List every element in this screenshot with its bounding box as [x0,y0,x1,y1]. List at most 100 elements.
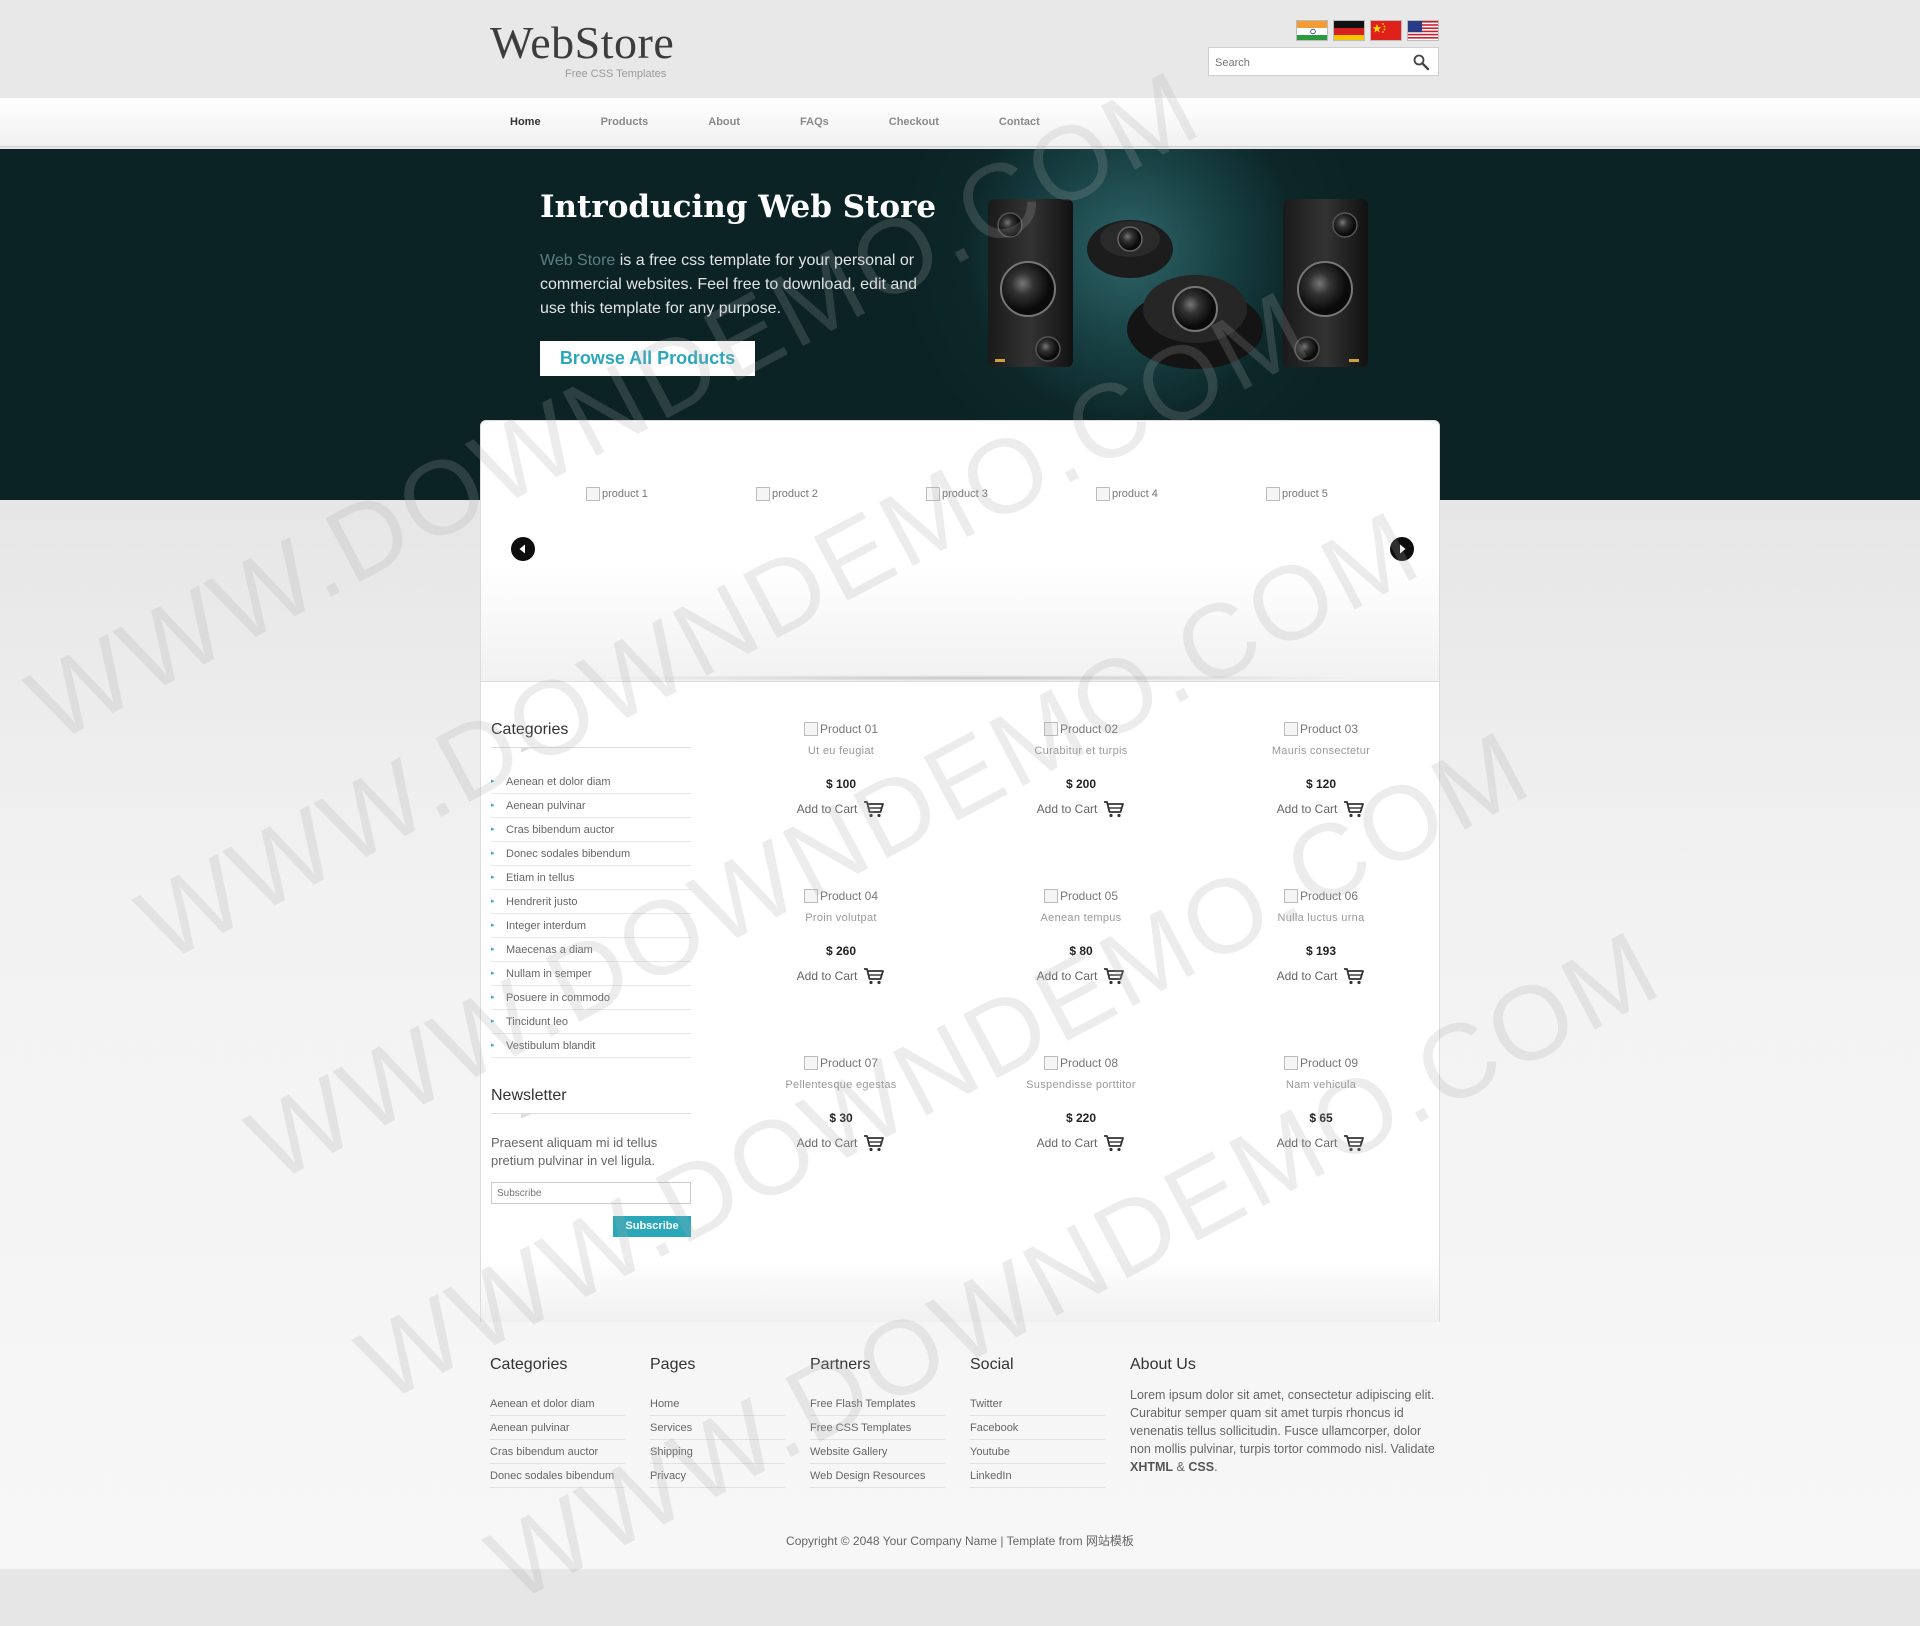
nav-item-checkout[interactable]: Checkout [889,116,939,128]
newsletter-title: Newsletter [491,1087,567,1104]
usa-flag-icon[interactable] [1407,20,1439,41]
add-to-cart-button[interactable]: Add to Cart [981,800,1181,818]
product-slider: product 1 product 2 product 3 product 4 … [480,420,1440,682]
arrow-left-icon[interactable] [511,537,535,561]
browse-all-products-button[interactable]: Browse All Products [540,341,755,376]
slider-item[interactable]: product 1 [586,487,648,501]
footer-link[interactable]: LinkedIn [970,1464,1105,1488]
product-name[interactable]: Proin volutpat [741,912,941,924]
subscribe-email-input[interactable] [491,1182,691,1204]
add-to-cart-button[interactable]: Add to Cart [981,967,1181,985]
sidebar-category-item[interactable]: ▸ Nullam in semper [491,962,691,986]
india-flag-icon[interactable] [1296,20,1328,41]
sidebar-category-item[interactable]: ▸ Hendrerit justo [491,890,691,914]
nav-item-about[interactable]: About [708,116,740,128]
product-name[interactable]: Mauris consectetur [1221,745,1421,757]
add-to-cart-button[interactable]: Add to Cart [1221,1134,1421,1152]
footer-link[interactable]: Web Design Resources [810,1464,945,1488]
footer-link[interactable]: Aenean et dolor diam [490,1392,625,1416]
nav-item-products[interactable]: Products [601,116,649,128]
sidebar-category-item[interactable]: ▸ Integer interdum [491,914,691,938]
sidebar-category-item[interactable]: ▸ Aenean et dolor diam [491,770,691,794]
product-image[interactable]: Product 07 [741,1055,941,1071]
broken-image-icon [1043,722,1058,736]
product-name[interactable]: Nam vehicula [1221,1079,1421,1091]
sidebar-category-item[interactable]: ▸ Vestibulum blandit [491,1034,691,1058]
css-link[interactable]: CSS [1188,1460,1214,1474]
footer-link[interactable]: Website Gallery [810,1440,945,1464]
product-name[interactable]: Ut eu feugiat [741,745,941,757]
search-icon[interactable] [1412,53,1430,71]
slider-item[interactable]: product 5 [1266,487,1328,501]
nav-item-contact[interactable]: Contact [999,116,1040,128]
footer-heading: About Us [1130,1356,1196,1373]
product-name[interactable]: Aenean tempus [981,912,1181,924]
footer-link[interactable]: Free CSS Templates [810,1416,945,1440]
footer-link[interactable]: Services [650,1416,785,1440]
product-image[interactable]: Product 08 [981,1055,1181,1071]
footer-link[interactable]: Home [650,1392,785,1416]
product-name[interactable]: Nulla luctus urna [1221,912,1421,924]
product-image[interactable]: Product 04 [741,888,941,904]
broken-image-icon [756,487,770,501]
copyright: Copyright © 2048 Your Company Name | Tem… [786,1534,1134,1548]
product-image[interactable]: Product 06 [1221,888,1421,904]
sidebar-category-item[interactable]: ▸ Tincidunt leo [491,1010,691,1034]
add-to-cart-button[interactable]: Add to Cart [741,1134,941,1152]
nav-item-home[interactable]: Home [510,116,541,128]
footer-link[interactable]: Free Flash Templates [810,1392,945,1416]
slider-item[interactable]: product 3 [926,487,988,501]
product-card: Product 05 Aenean tempus $ 80 Add to Car… [981,888,1181,985]
china-flag-icon[interactable] [1370,20,1402,41]
cart-icon [1104,968,1125,985]
product-price: $ 30 [829,1111,853,1125]
subscribe-button[interactable]: Subscribe [613,1216,691,1237]
xhtml-link[interactable]: XHTML [1130,1460,1173,1474]
product-name[interactable]: Curabitur et turpis [981,745,1181,757]
footer-link[interactable]: Facebook [970,1416,1105,1440]
slider-item[interactable]: product 4 [1096,487,1158,501]
sidebar-category-item[interactable]: ▸ Donec sodales bibendum [491,842,691,866]
product-image[interactable]: Product 03 [1221,721,1421,737]
product-image[interactable]: Product 05 [981,888,1181,904]
sidebar-category-item[interactable]: ▸ Posuere in commodo [491,986,691,1010]
add-to-cart-button[interactable]: Add to Cart [1221,967,1421,985]
cart-icon [864,1135,885,1152]
add-to-cart-button[interactable]: Add to Cart [741,800,941,818]
product-name[interactable]: Suspendisse porttitor [981,1079,1181,1091]
bullet-icon: ▸ [491,898,495,905]
product-image[interactable]: Product 02 [981,721,1181,737]
bullet-icon: ▸ [491,1018,495,1025]
germany-flag-icon[interactable] [1333,20,1365,41]
logo[interactable]: WebStore Free CSS Templates [490,20,674,81]
product-image[interactable]: Product 01 [741,721,941,737]
footer-link[interactable]: Youtube [970,1440,1105,1464]
slider-item[interactable]: product 2 [756,487,818,501]
footer-link[interactable]: Twitter [970,1392,1105,1416]
product-image[interactable]: Product 09 [1221,1055,1421,1071]
cart-icon [1104,1135,1125,1152]
sidebar-category-item[interactable]: ▸ Cras bibendum auctor [491,818,691,842]
footer-heading: Categories [490,1356,568,1373]
product-name[interactable]: Pellentesque egestas [741,1079,941,1091]
search-input[interactable] [1213,52,1407,74]
footer-link[interactable]: Cras bibendum auctor [490,1440,625,1464]
footer-link[interactable]: Donec sodales bibendum [490,1464,625,1488]
footer-link[interactable]: Aenean pulvinar [490,1416,625,1440]
add-to-cart-button[interactable]: Add to Cart [1221,800,1421,818]
add-to-cart-button[interactable]: Add to Cart [981,1134,1181,1152]
add-to-cart-button[interactable]: Add to Cart [741,967,941,985]
footer-link[interactable]: Shipping [650,1440,785,1464]
banner-text-highlight[interactable]: Web Store [540,252,615,269]
product-price: $ 200 [1065,777,1097,791]
sidebar-category-item[interactable]: ▸ Etiam in tellus [491,866,691,890]
cart-icon [1344,801,1365,818]
product-card: Product 08 Suspendisse porttitor $ 220 A… [981,1055,1181,1152]
sidebar-category-item[interactable]: ▸ Maecenas a diam [491,938,691,962]
sidebar-category-item[interactable]: ▸ Aenean pulvinar [491,794,691,818]
footer-link[interactable]: Privacy [650,1464,785,1488]
main-navigation: Home Products About FAQs Checkout Contac… [0,98,1920,147]
nav-item-faqs[interactable]: FAQs [800,116,829,128]
arrow-right-icon[interactable] [1390,537,1414,561]
sidebar-categories-title: Categories [491,721,569,738]
